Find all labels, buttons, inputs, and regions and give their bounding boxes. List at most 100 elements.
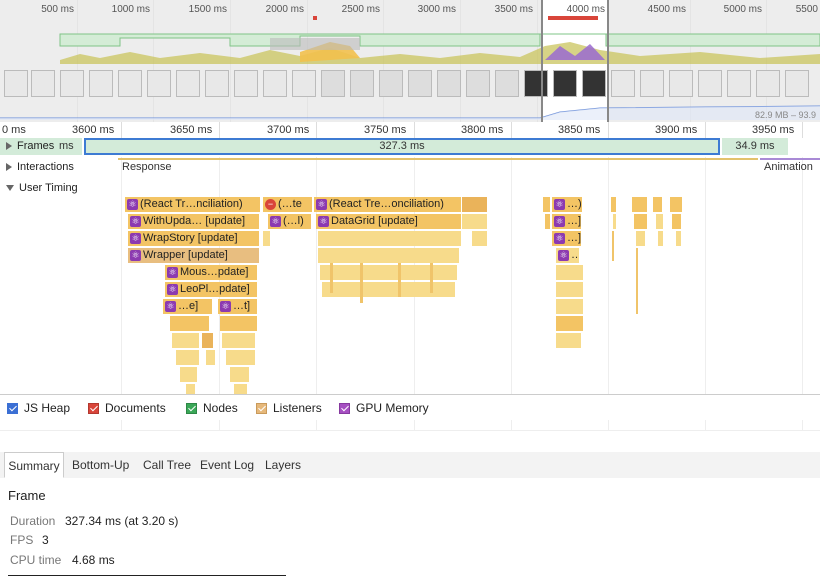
frame-bar-selected[interactable]: 327.3 ms xyxy=(84,138,720,155)
screenshot-thumbnail xyxy=(379,70,403,97)
flame-entry[interactable] xyxy=(170,316,210,331)
timeline-overview[interactable]: 500 ms 1000 ms 1500 ms 2000 ms 2500 ms 3… xyxy=(0,0,820,123)
react-icon: ⚛ xyxy=(554,233,565,244)
flame-entry[interactable] xyxy=(472,231,488,246)
screenshot-thumbnail xyxy=(118,70,142,97)
react-icon: ⚛ xyxy=(558,250,569,261)
overview-tick-label: 2000 ms xyxy=(265,4,304,15)
checkbox-icon xyxy=(7,403,18,414)
flame-entry[interactable] xyxy=(206,350,216,365)
flame-entry[interactable]: ⚛ Wrapper [update] xyxy=(128,248,260,263)
response-bar[interactable] xyxy=(118,158,758,160)
flame-entry[interactable] xyxy=(180,367,198,382)
flame-entry[interactable]: ⚛ (…l) xyxy=(268,214,312,229)
tab-layers[interactable]: Layers xyxy=(262,452,304,478)
flame-entry[interactable]: ⚛…] xyxy=(552,231,582,246)
flame-entry[interactable] xyxy=(234,384,248,394)
flame-entry[interactable]: ⚛ Mous…pdate] xyxy=(165,265,258,280)
flame-entry-label: (React Tre…onciliation) xyxy=(329,198,444,210)
flame-entry[interactable] xyxy=(462,214,488,229)
flame-entry-label: LeoPl…pdate] xyxy=(180,283,250,295)
flame-entry[interactable] xyxy=(462,197,488,212)
flame-entry[interactable] xyxy=(263,231,271,246)
flame-entry[interactable] xyxy=(656,214,664,229)
tab-bottom-up[interactable]: Bottom-Up xyxy=(69,452,132,478)
flame-entry[interactable] xyxy=(676,231,682,246)
flame-entry[interactable] xyxy=(318,248,460,263)
flame-entry[interactable]: ⚛…] xyxy=(552,214,582,229)
expand-arrow-icon xyxy=(6,163,12,172)
flame-entry[interactable]: ⚛ (React Tr…nciliation) xyxy=(125,197,261,212)
overview-tick-label: 3000 ms xyxy=(417,4,456,15)
flame-entry[interactable] xyxy=(611,197,617,212)
flame-entry[interactable] xyxy=(176,350,200,365)
flame-entry[interactable] xyxy=(230,367,250,382)
react-icon: ⚛ xyxy=(127,199,138,210)
flame-entry[interactable] xyxy=(556,333,582,348)
flame-entry[interactable] xyxy=(670,197,683,212)
flame-entry[interactable] xyxy=(613,214,617,229)
js-heap-toggle[interactable]: JS Heap xyxy=(7,401,70,415)
flame-entry[interactable] xyxy=(545,214,551,229)
flame-entry[interactable]: ⚛ (React Tre…onciliation) xyxy=(314,197,462,212)
flame-entry[interactable] xyxy=(636,231,646,246)
overview-selection-window[interactable] xyxy=(541,0,609,122)
screenshot-thumbnail xyxy=(727,70,751,97)
tab-summary[interactable]: Summary xyxy=(4,452,64,478)
flame-entry[interactable]: ⚛…) xyxy=(552,197,583,212)
flame-entry[interactable] xyxy=(672,214,682,229)
flame-entry[interactable]: ⚛ WrapStory [update] xyxy=(128,231,260,246)
flame-entry[interactable] xyxy=(653,197,663,212)
summary-title: Frame xyxy=(8,488,46,503)
flame-entry[interactable] xyxy=(634,214,648,229)
flame-entry[interactable]: ⚛… xyxy=(556,248,580,263)
flame-entry[interactable] xyxy=(632,197,648,212)
user-timing-track-toggle[interactable]: User Timing xyxy=(6,182,78,194)
listeners-toggle[interactable]: Listeners xyxy=(256,401,322,415)
nodes-toggle[interactable]: Nodes xyxy=(186,401,238,415)
flame-entry[interactable] xyxy=(556,299,584,314)
flame-entry[interactable] xyxy=(320,265,458,280)
ruler-label: 3850 ms xyxy=(558,124,601,136)
flame-entry-label: (React Tr…nciliation) xyxy=(140,198,243,210)
flame-entry[interactable] xyxy=(543,197,551,212)
flame-entry[interactable] xyxy=(318,231,462,246)
overview-tick-label: 3500 ms xyxy=(494,4,533,15)
flame-entry[interactable] xyxy=(556,316,584,331)
flame-entry[interactable] xyxy=(226,350,256,365)
overview-tick-label: 1500 ms xyxy=(188,4,227,15)
flame-entry[interactable] xyxy=(172,333,200,348)
screenshot-thumbnail xyxy=(263,70,287,97)
flame-entry[interactable] xyxy=(186,384,196,394)
react-icon: ⚛ xyxy=(316,199,327,210)
gpu-memory-toggle[interactable]: GPU Memory xyxy=(339,401,429,415)
frames-track-toggle[interactable]: Frames xyxy=(6,140,54,152)
screenshot-thumbnail xyxy=(640,70,664,97)
flame-entry[interactable]: − (…te xyxy=(263,197,313,212)
flame-entry[interactable] xyxy=(322,282,456,297)
flame-entry[interactable] xyxy=(222,333,256,348)
flame-entry[interactable]: ⚛ …t] xyxy=(218,299,258,314)
tab-call-tree[interactable]: Call Tree xyxy=(140,452,194,478)
screenshot-thumbnail xyxy=(205,70,229,97)
counter-graph xyxy=(0,420,820,453)
react-icon: ⚛ xyxy=(130,233,141,244)
flame-entry[interactable] xyxy=(658,231,664,246)
frame-bar-next[interactable]: 34.9 ms xyxy=(722,138,788,155)
animation-bar[interactable] xyxy=(760,158,820,160)
animation-label: Animation xyxy=(764,161,813,173)
flame-entry[interactable] xyxy=(556,282,584,297)
flame-entry[interactable]: ⚛ DataGrid [update] xyxy=(316,214,462,229)
flame-sliver xyxy=(636,248,638,314)
flame-entry[interactable]: ⚛ LeoPl…pdate] xyxy=(165,282,258,297)
flame-entry[interactable] xyxy=(556,265,584,280)
documents-toggle[interactable]: Documents xyxy=(88,401,166,415)
interactions-track-toggle[interactable]: Interactions xyxy=(6,161,74,173)
flame-entry[interactable]: ⚛ …e] xyxy=(163,299,213,314)
tab-event-log[interactable]: Event Log xyxy=(197,452,257,478)
screenshot-thumbnail xyxy=(147,70,171,97)
flame-entry[interactable] xyxy=(202,333,214,348)
flame-entry[interactable] xyxy=(220,316,258,331)
flame-entry-label: (…te xyxy=(278,198,302,210)
flame-entry[interactable]: ⚛ WithUpda… [update] xyxy=(128,214,260,229)
